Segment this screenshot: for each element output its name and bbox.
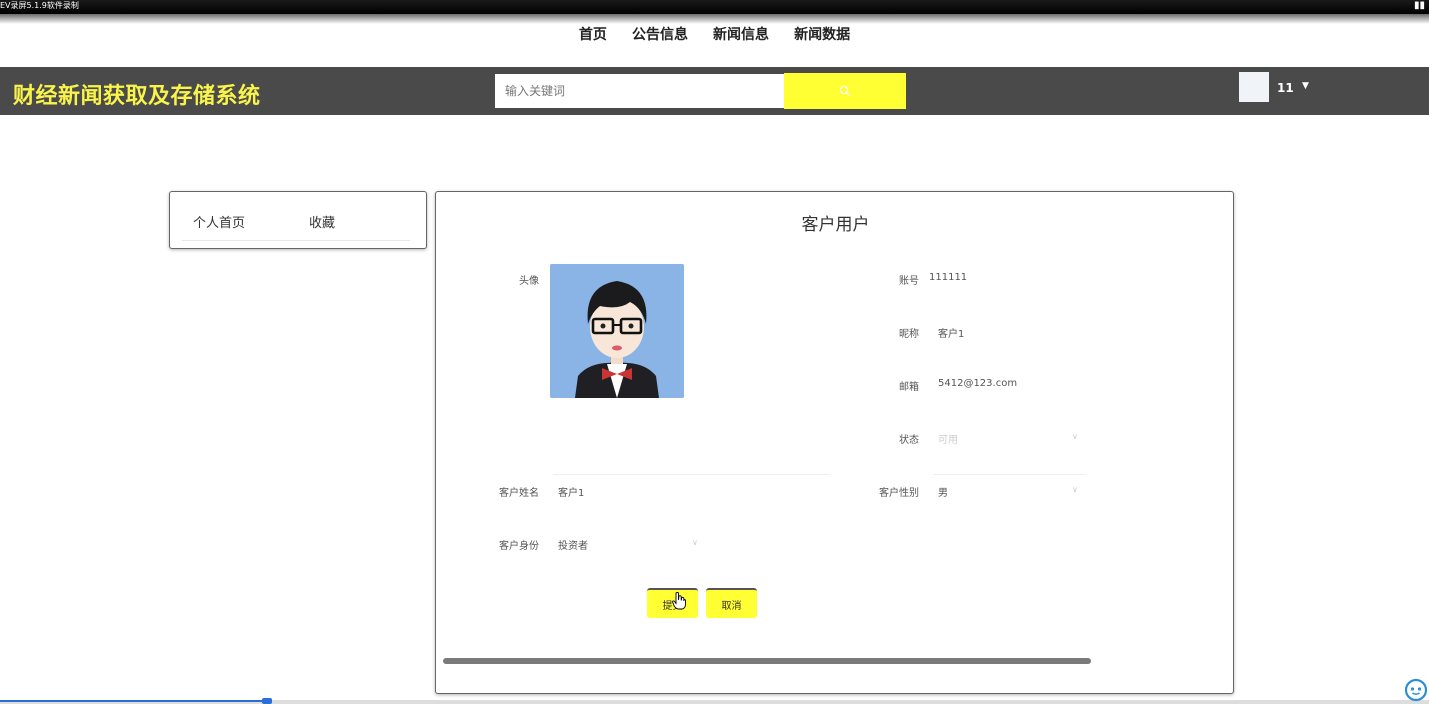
gender-select[interactable]: 男 — [938, 484, 948, 499]
horizontal-scrollbar[interactable] — [443, 658, 1091, 664]
identity-select[interactable]: 投资者 — [558, 537, 588, 552]
recorder-bar: EV录屏5.1.9软件录制 ▮▮ — [0, 0, 1429, 14]
name-input[interactable]: 客户1 — [558, 484, 584, 499]
account-value: 111111 — [929, 272, 968, 283]
chevron-down-icon[interactable]: ∨ — [1072, 432, 1078, 441]
field-divider — [933, 474, 1085, 475]
nav-home[interactable]: 首页 — [579, 25, 607, 45]
status-label: 状态 — [899, 435, 919, 446]
search-icon — [839, 85, 851, 97]
email-label: 邮箱 — [899, 382, 919, 393]
account-label: 账号 — [899, 276, 919, 287]
avatar-image[interactable] — [550, 264, 684, 398]
nickname-input[interactable]: 客户1 — [938, 325, 964, 340]
email-input[interactable]: 5412@123.com — [938, 378, 1017, 389]
search-input[interactable] — [495, 74, 784, 108]
search-button[interactable] — [784, 73, 906, 109]
profile-form-card: 客户用户 头像 账号 111111 昵称 客户1 邮箱 5412@123.com… — [435, 191, 1234, 694]
status-select[interactable]: 可用 — [938, 431, 958, 446]
user-avatar[interactable] — [1239, 72, 1269, 102]
top-nav: 首页 公告信息 新闻信息 新闻数据 — [0, 24, 1429, 45]
chevron-down-icon[interactable]: ∨ — [1072, 485, 1078, 494]
recorder-control-icon[interactable]: ▮▮ — [1414, 0, 1425, 12]
form-title: 客户用户 — [801, 215, 870, 235]
gender-label: 客户性别 — [879, 488, 919, 499]
top-fade — [0, 14, 1429, 24]
cancel-label: 取消 — [721, 600, 742, 612]
site-title: 财经新闻获取及存储系统 — [13, 84, 261, 109]
nav-news-info[interactable]: 新闻信息 — [713, 25, 769, 45]
chat-assistant-icon[interactable] — [1404, 678, 1428, 702]
cancel-button[interactable]: 取消 — [706, 588, 757, 618]
username[interactable]: 11 — [1277, 81, 1294, 95]
identity-label: 客户身份 — [499, 541, 539, 552]
name-label: 客户姓名 — [499, 488, 539, 499]
sidebar-divider — [182, 240, 410, 241]
nav-news-data[interactable]: 新闻数据 — [794, 25, 850, 45]
hand-cursor-icon — [672, 592, 686, 610]
field-divider — [553, 474, 830, 475]
sidebar-card: 个人首页 收藏 — [169, 191, 427, 249]
recording-progress-bar — [0, 700, 268, 702]
recorder-title: EV录屏5.1.9软件录制 — [0, 1, 79, 10]
nav-announcements[interactable]: 公告信息 — [632, 25, 688, 45]
caret-down-icon[interactable]: ▼ — [1302, 81, 1309, 91]
cartoon-avatar-icon — [550, 264, 684, 398]
progress-handle[interactable] — [262, 698, 272, 704]
sidebar-item-favorites[interactable]: 收藏 — [309, 212, 335, 231]
avatar-label: 头像 — [519, 276, 539, 287]
nickname-label: 昵称 — [899, 329, 919, 340]
sidebar-item-profile[interactable]: 个人首页 — [193, 212, 245, 231]
header-bar: 财经新闻获取及存储系统 11 ▼ — [0, 67, 1429, 115]
chevron-down-icon[interactable]: ∨ — [692, 538, 698, 547]
